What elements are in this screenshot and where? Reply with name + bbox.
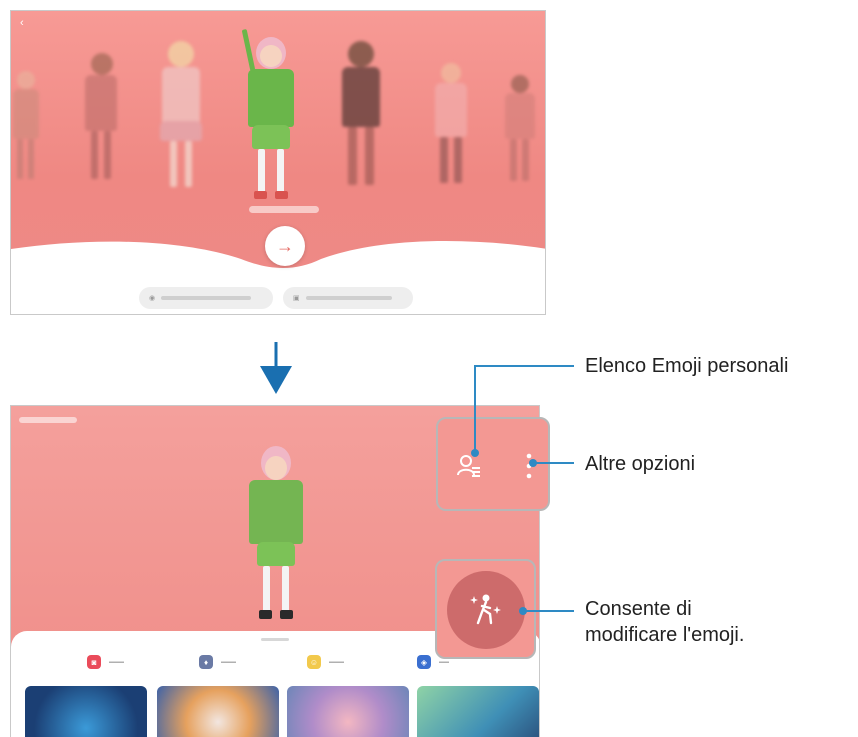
avatar-option[interactable] [336, 41, 386, 191]
screen-title [19, 417, 77, 423]
person-sparkle-icon [470, 594, 501, 625]
leader-dot [519, 607, 527, 615]
avatar-option[interactable] [431, 63, 471, 188]
person-list-icon[interactable] [456, 453, 482, 479]
sticker-icon: ♦ [199, 655, 213, 669]
avatar-option[interactable] [11, 71, 41, 181]
more-options-leader-line [533, 462, 574, 464]
emoji-list-leader-line-vertical [474, 365, 476, 452]
emoji-list-leader-line [474, 365, 574, 367]
studio-icon: ◈ [417, 655, 431, 669]
category-camera[interactable]: ◙ ▬▬▬ [87, 655, 124, 669]
avatar-option[interactable] [81, 53, 121, 183]
selected-avatar[interactable] [236, 25, 306, 205]
edit-emoji-leader-line [522, 610, 574, 612]
chevron-left-icon[interactable]: ‹ [20, 17, 24, 29]
avatar-caption [249, 206, 319, 213]
category-label: ▬▬▬ [329, 659, 344, 665]
avatar-selection-screen: ‹ → ◉ ▣ [10, 10, 546, 315]
camera-icon: ◙ [87, 655, 101, 669]
edit-emoji-label-line2: modificare l'emoji. [585, 624, 745, 646]
category-emoji[interactable]: ☺ ▬▬▬ [307, 655, 344, 669]
content-thumbnail[interactable] [25, 686, 147, 737]
category-label: ▬▬▬ [221, 659, 236, 665]
edit-emoji-button[interactable] [447, 571, 525, 649]
avatar-option[interactable] [156, 41, 206, 191]
content-thumbnail[interactable] [287, 686, 409, 737]
content-thumbnail[interactable] [417, 686, 539, 737]
category-stickers[interactable]: ♦ ▬▬▬ [199, 655, 236, 669]
arrow-right-icon: → [276, 235, 294, 256]
image-icon: ▣ [293, 295, 300, 302]
camera-icon: ◉ [149, 295, 156, 302]
leader-dot [471, 449, 479, 457]
next-button[interactable]: → [265, 226, 305, 266]
content-thumbnail[interactable] [157, 686, 279, 737]
avatar-option[interactable] [501, 75, 541, 185]
more-options-label: Altre opzioni [585, 453, 696, 475]
emoji-list-label: Elenco Emoji personali [585, 355, 789, 377]
current-avatar [241, 446, 311, 626]
category-label: ▬▬▬ [109, 659, 124, 665]
category-label: ▬▬ [439, 659, 449, 665]
transition-arrow-icon [260, 342, 292, 394]
sheet-handle[interactable] [261, 638, 289, 641]
create-from-image-button[interactable]: ▣ [283, 287, 413, 309]
leader-dot [529, 459, 537, 467]
create-with-camera-button[interactable]: ◉ [139, 287, 273, 309]
emoji-face-icon: ☺ [307, 655, 321, 669]
edit-emoji-label-line1: Consente di [585, 598, 692, 620]
